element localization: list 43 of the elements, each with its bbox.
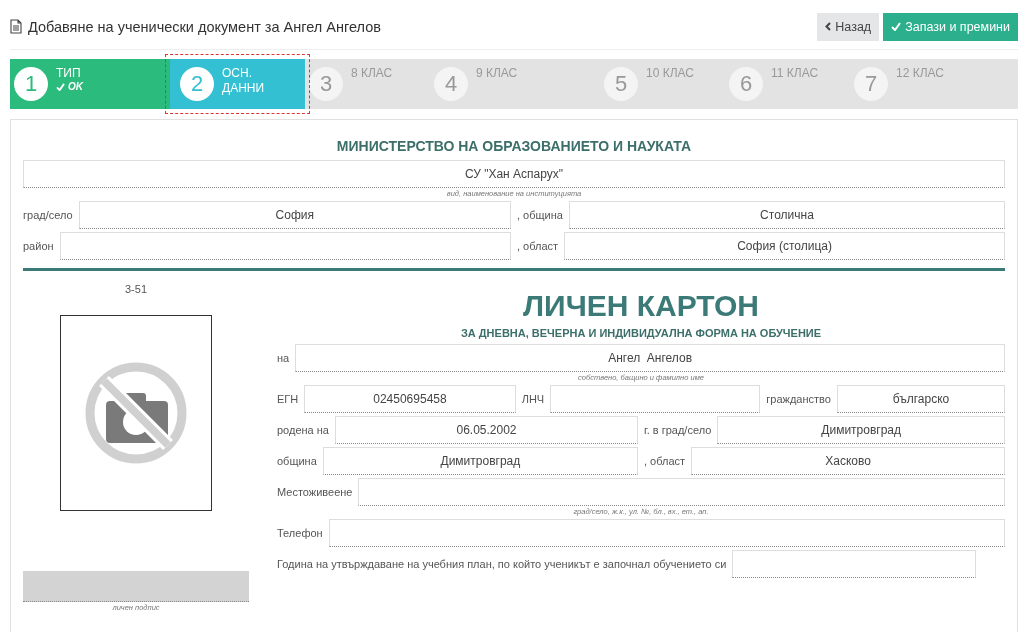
signature-field[interactable] (23, 571, 249, 602)
card-subtitle: ЗА ДНЕВНА, ВЕЧЕРНА И ИНДИВИДУАЛНА ФОРМА НА ОБУЧЕНИЕ (459, 327, 823, 339)
input-field[interactable]: 06.05.2002 (335, 416, 638, 444)
field-label: град/село (23, 209, 73, 221)
input-field[interactable]: българско (836, 385, 1005, 413)
field-label: гражданство (766, 393, 831, 405)
field-label: родена на (277, 424, 329, 436)
no-camera-icon (84, 361, 188, 465)
input-field[interactable]: СУ "Хан Аспарух" (23, 160, 1005, 188)
field-label: Телефон (277, 527, 323, 539)
input-field[interactable]: София (столица) (564, 232, 1005, 260)
field-label: район (23, 240, 54, 252)
input-field[interactable]: Димитровград (717, 416, 1005, 444)
input-field[interactable]: Хасково (691, 447, 1005, 475)
input-field[interactable]: Димитровград (322, 447, 638, 475)
field-label: ЕГН (277, 393, 299, 405)
check-icon (56, 82, 65, 91)
field-label: Година на утвърждаване на учебния план, по който ученикът е започнал обучението си (277, 558, 727, 570)
input-field[interactable] (358, 478, 1005, 506)
field-label: , община (517, 209, 563, 221)
document-icon (10, 19, 22, 34)
input-field[interactable]: 02450695458 (304, 385, 516, 413)
input-field[interactable] (550, 385, 761, 413)
input-field[interactable] (59, 232, 511, 260)
field-label: , област (644, 455, 686, 467)
ministry-heading: МИНИСТЕРСТВО НА ОБРАЗОВАНИЕТО И НАУКАТА (335, 138, 693, 154)
input-field[interactable] (328, 519, 1005, 547)
page-title: Добавяне на ученически документ за Ангел Ангелов (28, 18, 381, 35)
input-field[interactable]: София (78, 201, 511, 229)
field-label: г. в град/село (644, 424, 712, 436)
input-field[interactable]: Столична (568, 201, 1005, 229)
field-label: община (277, 455, 317, 467)
field-label: на (277, 352, 290, 364)
input-field[interactable]: Ангел Ангелов (295, 344, 1005, 372)
chevron-left-icon (825, 22, 832, 31)
input-field[interactable] (732, 550, 977, 578)
field-label: ЛНЧ (521, 393, 545, 405)
card-title: ЛИЧЕН КАРТОН (522, 289, 760, 323)
form-code: 3-51 (125, 283, 147, 295)
check-icon (891, 22, 902, 31)
field-label: , област (517, 240, 559, 252)
back-button[interactable]: Назад (817, 12, 880, 41)
field-label: Местоживеене (277, 486, 353, 498)
